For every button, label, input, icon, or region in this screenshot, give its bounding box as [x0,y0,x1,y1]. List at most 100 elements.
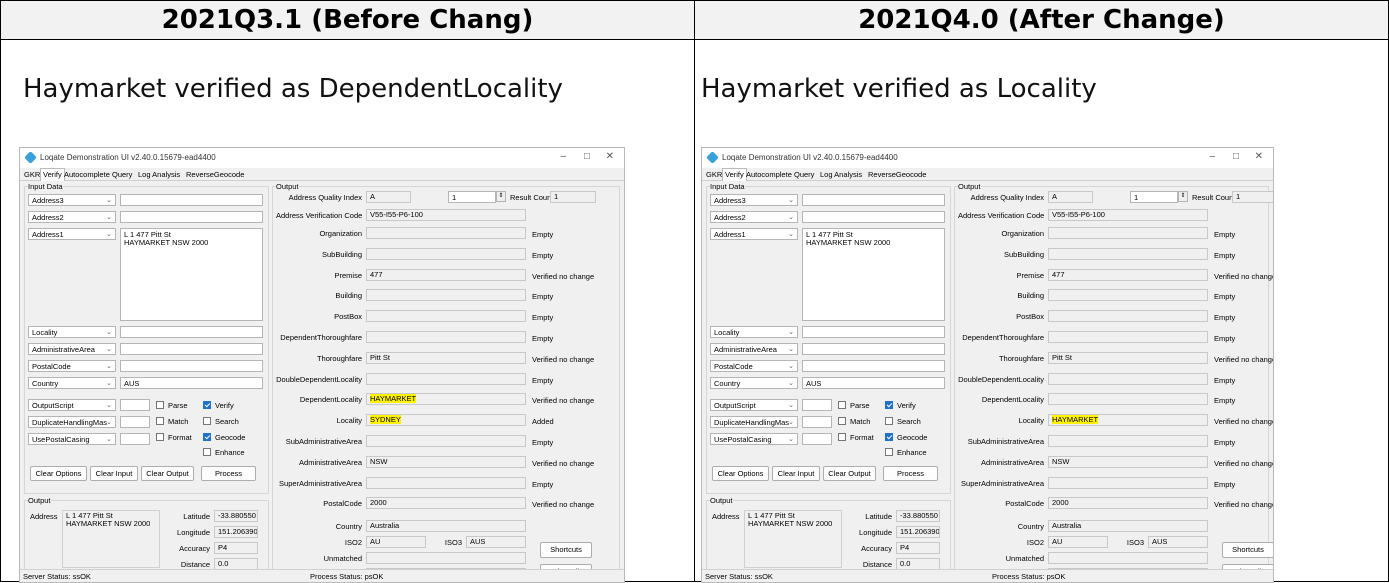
output-script-value[interactable] [120,399,150,411]
field-select-locality[interactable]: Locality ⌄ [710,326,798,338]
address3-input[interactable] [802,194,945,206]
tab-autocomplete[interactable]: Autocomplete [746,170,792,179]
geocode-checkbox[interactable] [203,433,211,441]
option-select-use-postal-casing[interactable]: UsePostalCasing ⌄ [710,433,798,445]
close-icon[interactable]: ✕ [1255,151,1263,162]
spinner-arrows-icon[interactable]: ⇕ [496,191,506,202]
clear-options-button[interactable]: Clear Options [30,466,87,481]
maximize-icon[interactable]: □ [584,151,590,162]
field-value [366,435,526,447]
tab-verify[interactable]: Verify [40,168,65,181]
field-select-address1[interactable]: Address1 ⌄ [28,228,116,240]
tab-verify[interactable]: Verify [722,168,747,181]
format-checkbox[interactable] [156,433,164,441]
tab-log-analysis[interactable]: Log Analysis [138,170,180,179]
app-window-left: Loqate Demonstration UI v2.40.0.15679-ea… [19,147,625,583]
verify-checkbox[interactable] [203,401,211,409]
address2-input[interactable] [120,211,263,223]
clear-options-button[interactable]: Clear Options [712,466,769,481]
tab-reverse-geocode[interactable]: ReverseGeocode [868,170,926,179]
enhance-checkbox[interactable] [885,448,893,456]
format-checkbox[interactable] [838,433,846,441]
shortcuts-button[interactable]: Shortcuts [540,542,592,558]
field-select-country[interactable]: Country ⌄ [710,377,798,389]
field-select-address2[interactable]: Address2 ⌄ [710,211,798,223]
country-input[interactable]: AUS [802,377,945,389]
field-label: AdministrativeArea [981,457,1044,467]
field-status: Added [532,417,554,427]
option-select-output-script[interactable]: OutputScript ⌄ [710,399,798,411]
country-out-label: Country [335,522,362,531]
tab-log-analysis[interactable]: Log Analysis [820,170,862,179]
field-label: Thoroughfare [316,353,362,363]
field-label: DependentLocality [981,395,1044,405]
administrative-area-input[interactable] [120,343,263,355]
field-select-address1[interactable]: Address1 ⌄ [710,228,798,240]
search-checkbox[interactable] [203,417,211,425]
close-icon[interactable]: ✕ [606,151,614,162]
address2-input[interactable] [802,211,945,223]
field-select-country[interactable]: Country ⌄ [28,377,116,389]
tab-reverse-geocode[interactable]: ReverseGeocode [186,170,244,179]
field-select-postal-code[interactable]: PostalCode ⌄ [28,360,116,372]
tab-gkr[interactable]: GKR [24,170,40,179]
process-button[interactable]: Process [883,466,938,481]
process-button[interactable]: Process [201,466,256,481]
locality-input[interactable] [802,326,945,338]
caption-right: Haymarket verified as Locality [701,74,1097,104]
minimize-icon[interactable]: – [1209,151,1215,162]
field-select-locality[interactable]: Locality ⌄ [28,326,116,338]
spinner-arrows-icon[interactable]: ⇕ [1178,191,1188,202]
result-count-value: 1 [550,191,596,203]
result-index-stepper[interactable]: 1 [1130,191,1178,203]
postal-code-input[interactable] [802,360,945,372]
option-select-output-script[interactable]: OutputScript ⌄ [28,399,116,411]
clear-input-button[interactable]: Clear Input [90,466,138,481]
address3-input[interactable] [120,194,263,206]
geocode-checkbox[interactable] [885,433,893,441]
duplicate-handling-value[interactable] [120,416,150,428]
search-label: Search [897,417,921,426]
field-select-administrative-area[interactable]: AdministrativeArea ⌄ [28,343,116,355]
clear-output-button[interactable]: Clear Output [141,466,194,481]
field-value: 2000 [366,497,526,510]
option-select-use-postal-casing[interactable]: UsePostalCasing ⌄ [28,433,116,445]
field-select-administrative-area[interactable]: AdministrativeArea ⌄ [710,343,798,355]
shortcuts-button[interactable]: Shortcuts [1222,542,1273,558]
tab-query[interactable]: Query [112,170,132,179]
field-select-postal-code[interactable]: PostalCode ⌄ [710,360,798,372]
tab-gkr[interactable]: GKR [706,170,722,179]
field-label: Premise [334,270,362,280]
clear-input-button[interactable]: Clear Input [772,466,820,481]
minimize-icon[interactable]: – [560,151,566,162]
enhance-checkbox[interactable] [203,448,211,456]
title-bar: Loqate Demonstration UI v2.40.0.15679-ea… [20,148,624,168]
postal-code-input[interactable] [120,360,263,372]
country-input[interactable]: AUS [120,377,263,389]
maximize-icon[interactable]: □ [1233,151,1239,162]
parse-checkbox[interactable] [156,401,164,409]
field-select-address3[interactable]: Address3 ⌄ [28,194,116,206]
field-select-address2[interactable]: Address2 ⌄ [28,211,116,223]
option-select-duplicate-handling[interactable]: DuplicateHandlingMas ⌄ [28,416,116,428]
match-checkbox[interactable] [156,417,164,425]
result-index-stepper[interactable]: 1 [448,191,496,203]
match-checkbox[interactable] [838,417,846,425]
parse-checkbox[interactable] [838,401,846,409]
duplicate-handling-value[interactable] [802,416,832,428]
tab-query[interactable]: Query [794,170,814,179]
use-postal-casing-value[interactable] [802,433,832,445]
address1-input[interactable]: L 1 477 Pitt St HAYMARKET NSW 2000 [120,228,263,321]
locality-input[interactable] [120,326,263,338]
avc-label: Address Verification Code [958,211,1045,220]
clear-output-button[interactable]: Clear Output [823,466,876,481]
verify-checkbox[interactable] [885,401,893,409]
option-select-duplicate-handling[interactable]: DuplicateHandlingMas ⌄ [710,416,798,428]
search-checkbox[interactable] [885,417,893,425]
output-script-value[interactable] [802,399,832,411]
address1-input[interactable]: L 1 477 Pitt St HAYMARKET NSW 2000 [802,228,945,321]
use-postal-casing-value[interactable] [120,433,150,445]
administrative-area-input[interactable] [802,343,945,355]
tab-autocomplete[interactable]: Autocomplete [64,170,110,179]
field-select-address3[interactable]: Address3 ⌄ [710,194,798,206]
